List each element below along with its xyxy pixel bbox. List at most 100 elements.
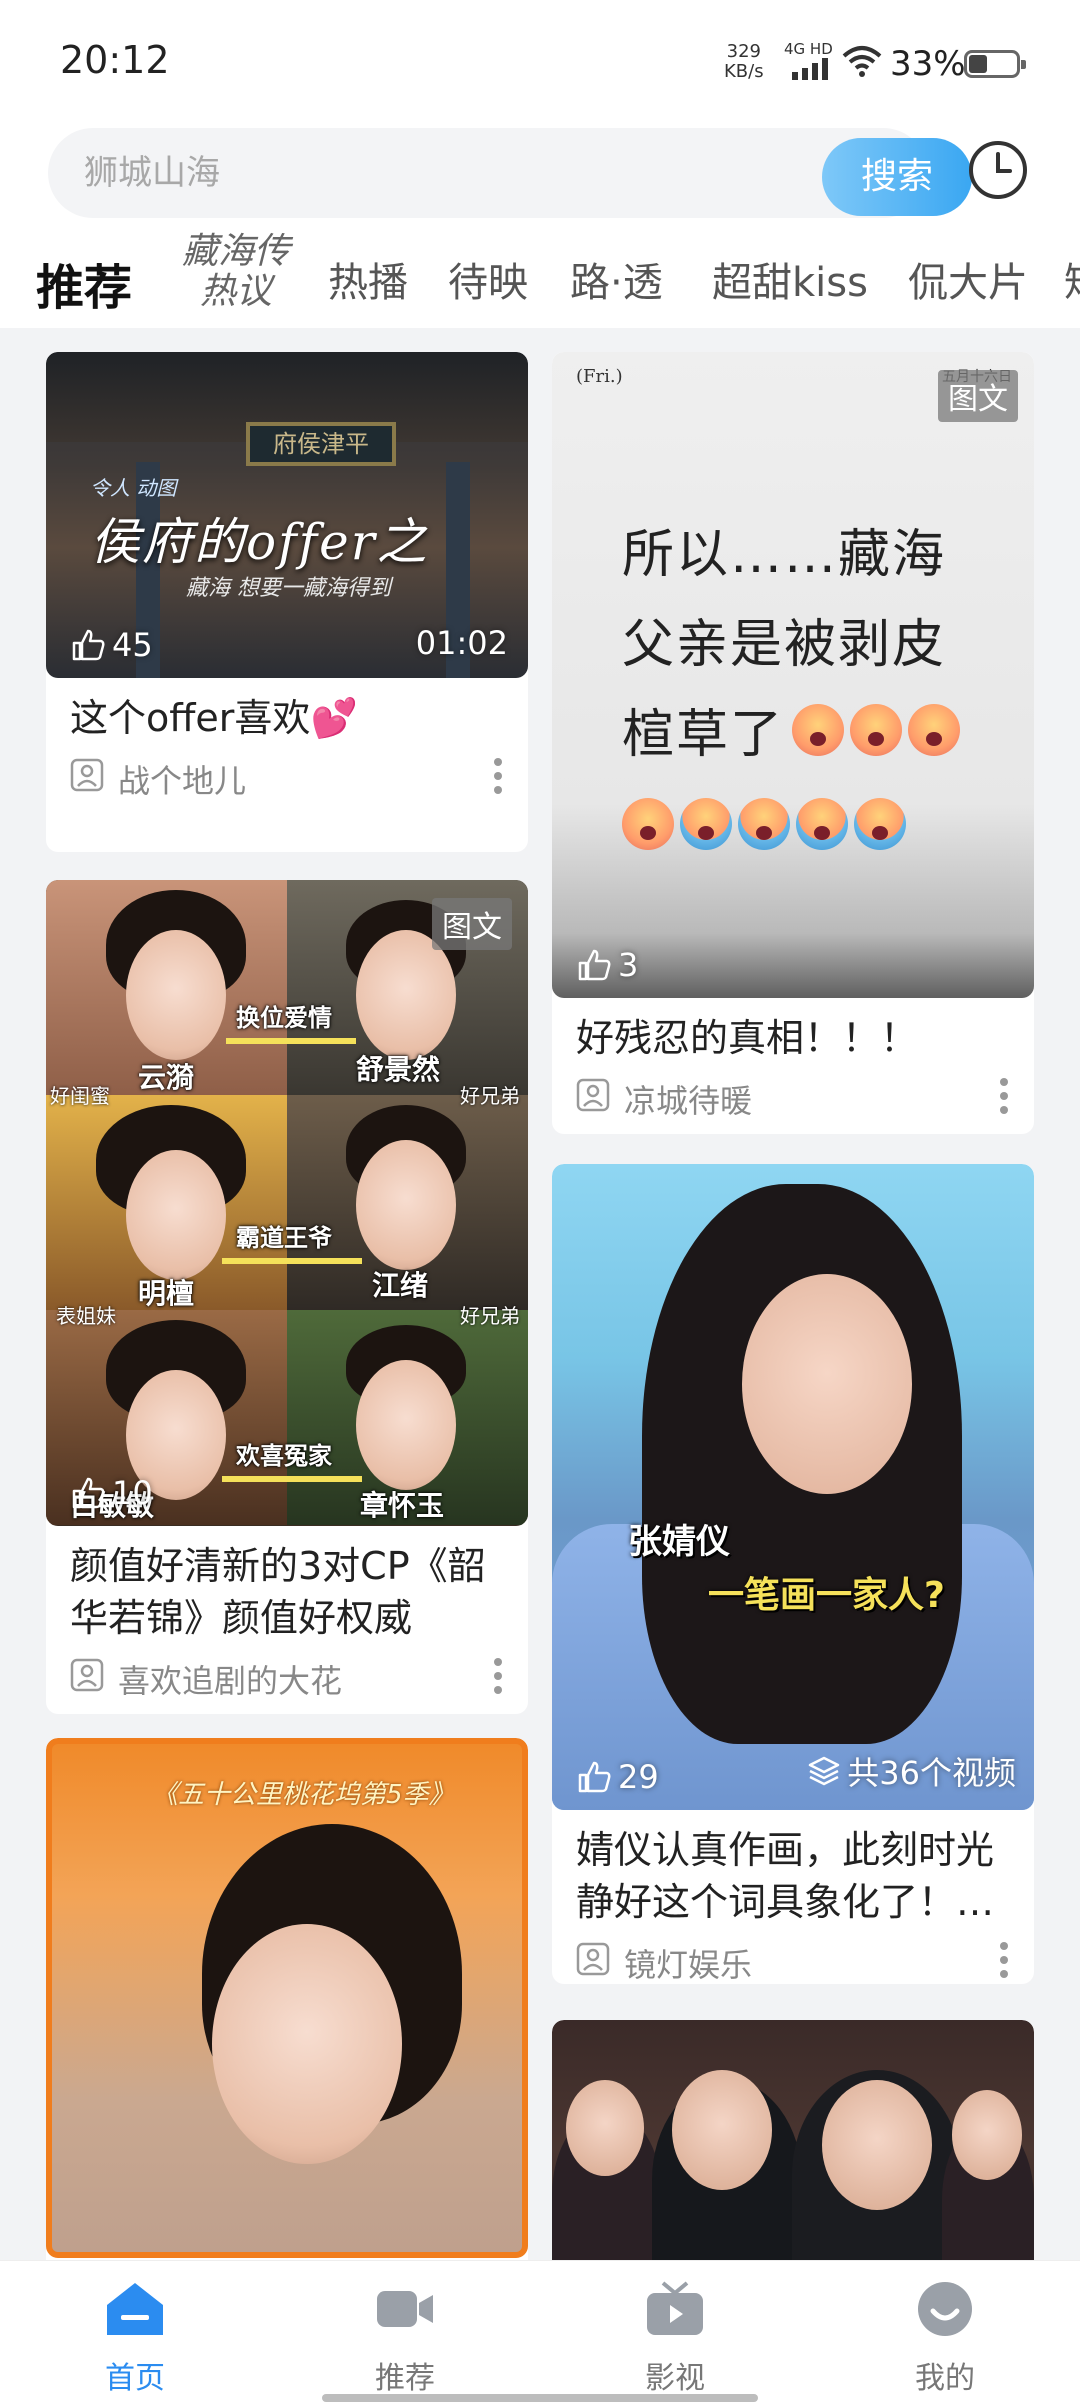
author-name[interactable]: 镜灯娱乐 [624,1940,752,1984]
clock-icon[interactable] [966,138,1030,202]
card-4-thumbnail[interactable]: 张婧仪 一笔画一家人? 29 共36个视频 [552,1164,1034,1810]
scream-emoji [792,704,844,756]
nav-profile[interactable]: 我的 [880,2279,1010,2397]
network-type: 4G HD [784,40,833,58]
author-row: 战个地儿 [46,744,528,810]
card-2-thumbnail[interactable]: (Fri.) 五月十六日 图文 所以……藏海 父亲是被剥皮 楦草了 3 [552,352,1034,998]
feed-card-6[interactable] [552,2020,1034,2280]
more-options-icon[interactable] [492,1656,504,1696]
video-camera-icon [377,2291,433,2327]
net-speed-unit: KB/s [724,61,764,82]
app-screen: 20:12 329 KB/s 4G HD 33% 搜索 [0,0,1080,2408]
heart-emoji: 💕 [310,696,358,740]
tab-short[interactable]: 短 [1064,250,1080,308]
scream-emoji-row-2 [622,798,906,850]
grid-label: 章怀玉 [360,1489,445,1522]
nav-profile-label: 我的 [915,2361,975,2396]
thumb-top-caption: 令人 动图 [90,476,177,500]
status-bar: 20:12 329 KB/s 4G HD 33% [0,0,1080,118]
grid-side-label: 好闺蜜 [50,1084,110,1108]
feed-card-2[interactable]: (Fri.) 五月十六日 图文 所以……藏海 父亲是被剥皮 楦草了 3 好残忍的… [552,352,1034,1134]
thumb-caption-text: 一笔画一家人? [708,1575,945,1616]
crying-emoji [680,798,732,850]
grid-label: 江绪 [372,1269,429,1302]
more-options-icon[interactable] [998,1076,1010,1116]
grid-label: 明檀 [138,1277,195,1310]
thumb-up-icon [72,1477,105,1509]
smiley-profile-icon [918,2282,972,2336]
thumb-line-2: 父亲是被剥皮 [622,615,947,675]
search-button[interactable]: 搜索 [822,138,972,216]
tab-kiss[interactable]: 超甜kiss [712,250,868,308]
tab-hot[interactable]: 热播 [328,250,408,308]
author-name[interactable]: 战个地儿 [118,756,246,802]
thumb-corner-text: (Fri.) [576,366,623,387]
card-3-thumbnail[interactable]: 图文 云漪 舒景然 明檀 江绪 白敏敏 章怀玉 换位爱情 霸道王爷 欢喜冤家 好… [46,880,528,1526]
video-duration: 01:02 [415,624,508,662]
tab-canghaizhuan[interactable]: 藏海传 热议 [166,232,306,312]
tab-movie-talk[interactable]: 侃大片 [908,250,1028,308]
author-avatar-icon [576,1078,610,1112]
tab-upcoming[interactable]: 待映 [448,250,528,308]
palace-plaque: 府侯津平 [246,422,396,466]
author-avatar-icon [576,1942,610,1976]
author-row: 镜灯娱乐 [552,1928,1034,1984]
author-name[interactable]: 喜欢追剧的大花 [118,1656,342,1702]
search-input[interactable] [84,150,784,196]
author-avatar-icon [70,1658,104,1692]
grid-side-label: 好兄弟 [460,1084,520,1108]
scream-emoji-row-1 [792,704,960,756]
tab-canghaizhuan-label: 藏海传 [181,231,290,272]
grid-link-label: 欢喜冤家 [236,1442,332,1470]
like-count: 29 [576,1758,659,1796]
home-icon [107,2283,163,2335]
thumb-up-icon [578,949,611,981]
nav-film-tv[interactable]: 影视 [610,2279,740,2397]
category-tabs: 推荐 藏海传 热议 热播 待映 路·透 超甜kiss 侃大片 短 [0,228,1080,328]
author-name[interactable]: 凉城待暖 [624,1076,752,1122]
author-avatar-icon [70,758,104,792]
tab-leaks[interactable]: 路·透 [570,250,663,308]
bottom-nav: 首页 推荐 影视 我的 [0,2260,1080,2408]
tv-play-icon [647,2281,703,2335]
thumb-up-icon [72,629,105,661]
crying-emoji [796,798,848,850]
scream-emoji [850,704,902,756]
card-1-thumbnail[interactable]: 府侯津平 令人 动图 侯府的offer之 藏海 想要一藏海得到 45 01:02 [46,352,528,678]
thumb-banner-text: 《五十公里桃花坞第5季》 [152,1780,455,1810]
search-field[interactable]: 搜索 [48,128,972,218]
card-6-thumbnail[interactable] [552,2020,1034,2280]
nav-home[interactable]: 首页 [70,2279,200,2397]
feed-card-5[interactable]: 《五十公里桃花坞第5季》 [46,1738,528,2278]
video-collection-count: 共36个视频 [807,1748,1016,1794]
card-title: 这个offer喜欢💕 [46,678,528,744]
card-title: 好残忍的真相！！！ [576,1016,919,1060]
feed-card-3[interactable]: 图文 云漪 舒景然 明檀 江绪 白敏敏 章怀玉 换位爱情 霸道王爷 欢喜冤家 好… [46,880,528,1714]
nav-recommend[interactable]: 推荐 [340,2279,470,2397]
battery-percent: 33% [890,44,966,84]
signal-icon [792,58,828,80]
card-title: 颜值好清新的3对CP《韶华若锦》颜值好权威 [70,1544,486,1640]
like-count-value: 3 [618,946,639,984]
search-bar: 搜索 [0,118,1080,228]
gesture-bar[interactable] [322,2394,758,2402]
feed-card-1[interactable]: 府侯津平 令人 动图 侯府的offer之 藏海 想要一藏海得到 45 01:02… [46,352,528,852]
thumb-up-icon [578,1761,611,1793]
grid-side-label: 好兄弟 [460,1304,520,1328]
like-count: 3 [576,946,638,984]
status-time: 20:12 [60,38,170,82]
author-row: 喜欢追剧的大花 [46,1644,528,1710]
more-options-icon[interactable] [998,1940,1010,1980]
thumb-caption-name: 张婧仪 [628,1522,730,1562]
more-options-icon[interactable] [492,756,504,796]
card-5-thumbnail[interactable]: 《五十公里桃花坞第5季》 [46,1738,528,2258]
like-count: 45 [70,626,153,664]
nav-home-label: 首页 [105,2361,165,2396]
image-text-tag: 图文 [432,898,512,950]
video-count-text: 共36个视频 [847,1754,1016,1792]
tab-recommend[interactable]: 推荐 [36,248,132,318]
nav-film-tv-label: 影视 [645,2361,705,2396]
feed-card-4[interactable]: 张婧仪 一笔画一家人? 29 共36个视频 婧仪认真作画，此刻时光静好这个词具象… [552,1164,1034,1984]
like-count-value: 29 [618,1758,659,1796]
thumb-line-1: 所以……藏海 [622,525,947,585]
